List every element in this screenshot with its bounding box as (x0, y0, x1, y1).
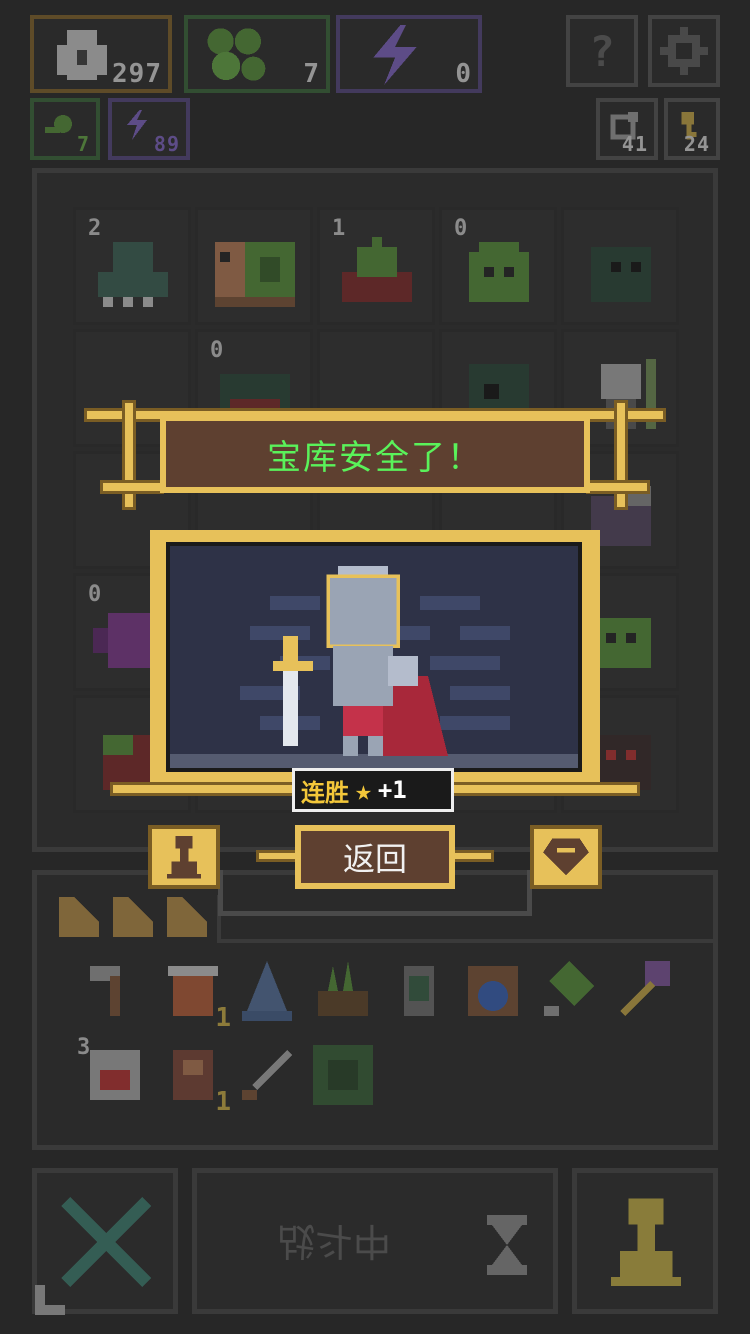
lightning-small-icon (127, 110, 147, 140)
crystal-icon (318, 961, 368, 1016)
wizard-hat-icon (242, 961, 292, 1021)
coins-box[interactable]: 297 (30, 15, 172, 93)
coins-value: 297 (112, 59, 162, 89)
hero-select-button[interactable] (148, 825, 220, 889)
knight-scene (166, 542, 582, 772)
monster-cell[interactable]: 0 (439, 207, 557, 325)
question-icon: ? (589, 27, 615, 76)
win-streak-label: 连胜 (301, 778, 349, 807)
lightning-icon (373, 25, 417, 85)
cross-icon (61, 1197, 151, 1287)
glove-card-icon (90, 1050, 140, 1100)
monster-cell[interactable] (195, 207, 313, 325)
device-icon (404, 966, 434, 1016)
vault-safe-banner: 宝库安全了！ (160, 415, 590, 493)
monster-cell[interactable]: 2 (73, 207, 191, 325)
battle-status-label: 战斗中 (277, 1219, 392, 1263)
inventory-item[interactable]: 1 (163, 961, 231, 1033)
food-value: 7 (303, 59, 320, 89)
card-back-icon (113, 897, 153, 937)
gem-button[interactable] (530, 825, 602, 889)
corner-bracket-icon (35, 1285, 65, 1315)
inventory-item[interactable] (237, 961, 297, 1021)
monster-cell[interactable]: 1 (317, 207, 435, 325)
refresh-value: 41 (621, 132, 648, 156)
hero-button[interactable] (572, 1168, 718, 1314)
banner-lower-bar-left (100, 480, 164, 494)
green-orbs-icon (207, 28, 266, 81)
food-box[interactable]: 7 (184, 15, 330, 93)
win-streak-value: +1 (377, 776, 407, 804)
card-back-icon (59, 897, 99, 937)
green-slime-icon (469, 242, 529, 302)
key-value: 24 (683, 132, 710, 156)
energy-small-value: 89 (153, 132, 180, 156)
bundle-icon (168, 966, 218, 1016)
coin-bag-icon (57, 30, 107, 80)
plant-monster-icon (342, 237, 412, 302)
star-icon: ★ (355, 773, 372, 807)
inventory-item[interactable] (85, 961, 145, 1021)
hourglass-icon (487, 1215, 527, 1275)
snail-icon (215, 242, 295, 307)
vial-icon (544, 961, 594, 1016)
key-box[interactable]: 24 (664, 98, 720, 160)
map-tile-icon (313, 1045, 373, 1105)
inventory-item[interactable] (237, 1045, 297, 1105)
help-button[interactable]: ? (566, 15, 638, 87)
dark-slime-icon (591, 247, 651, 302)
inventory-item[interactable] (313, 1045, 373, 1105)
win-streak-badge: 连胜 ★ +1 (292, 768, 454, 812)
energy-small-box[interactable]: 89 (108, 98, 190, 160)
energy-value: 0 (455, 59, 472, 89)
banner-title: 宝库安全了！ (267, 437, 483, 478)
gem-icon (543, 838, 589, 876)
inventory-item[interactable] (389, 961, 449, 1021)
banner-lower-bar-right (586, 480, 650, 494)
inventory-item[interactable]: 3 (77, 1035, 145, 1105)
back-button[interactable]: 返回 (295, 825, 455, 889)
pawn-icon (167, 835, 201, 879)
monster-cell[interactable] (561, 207, 679, 325)
green-value: 7 (76, 132, 90, 156)
pawn-icon (611, 1198, 681, 1286)
settings-button[interactable] (648, 15, 720, 87)
energy-box[interactable]: 0 (336, 15, 482, 93)
hammer-icon (90, 966, 120, 1016)
scroll-icon (173, 1050, 213, 1100)
dagger-icon (242, 1050, 292, 1100)
green-resource-box[interactable]: 7 (30, 98, 100, 160)
scepter-icon (620, 961, 670, 1016)
knight-scene-frame (150, 530, 600, 790)
gear-icon (660, 27, 708, 75)
inventory-item[interactable] (463, 961, 523, 1021)
cancel-button[interactable] (32, 1168, 178, 1315)
potion-book-icon (468, 966, 518, 1016)
refresh-box[interactable]: 41 (596, 98, 658, 160)
paw-monster-icon (98, 242, 168, 307)
knight-icon (273, 566, 448, 756)
seed-icon (45, 115, 72, 133)
inventory-item[interactable] (615, 961, 675, 1021)
inventory-item[interactable] (539, 961, 599, 1021)
battle-status-bar: 战斗中 (192, 1168, 558, 1314)
card-back-icon (167, 897, 207, 937)
inventory-item[interactable] (313, 961, 373, 1021)
inventory-item[interactable]: 1 (163, 1045, 231, 1117)
